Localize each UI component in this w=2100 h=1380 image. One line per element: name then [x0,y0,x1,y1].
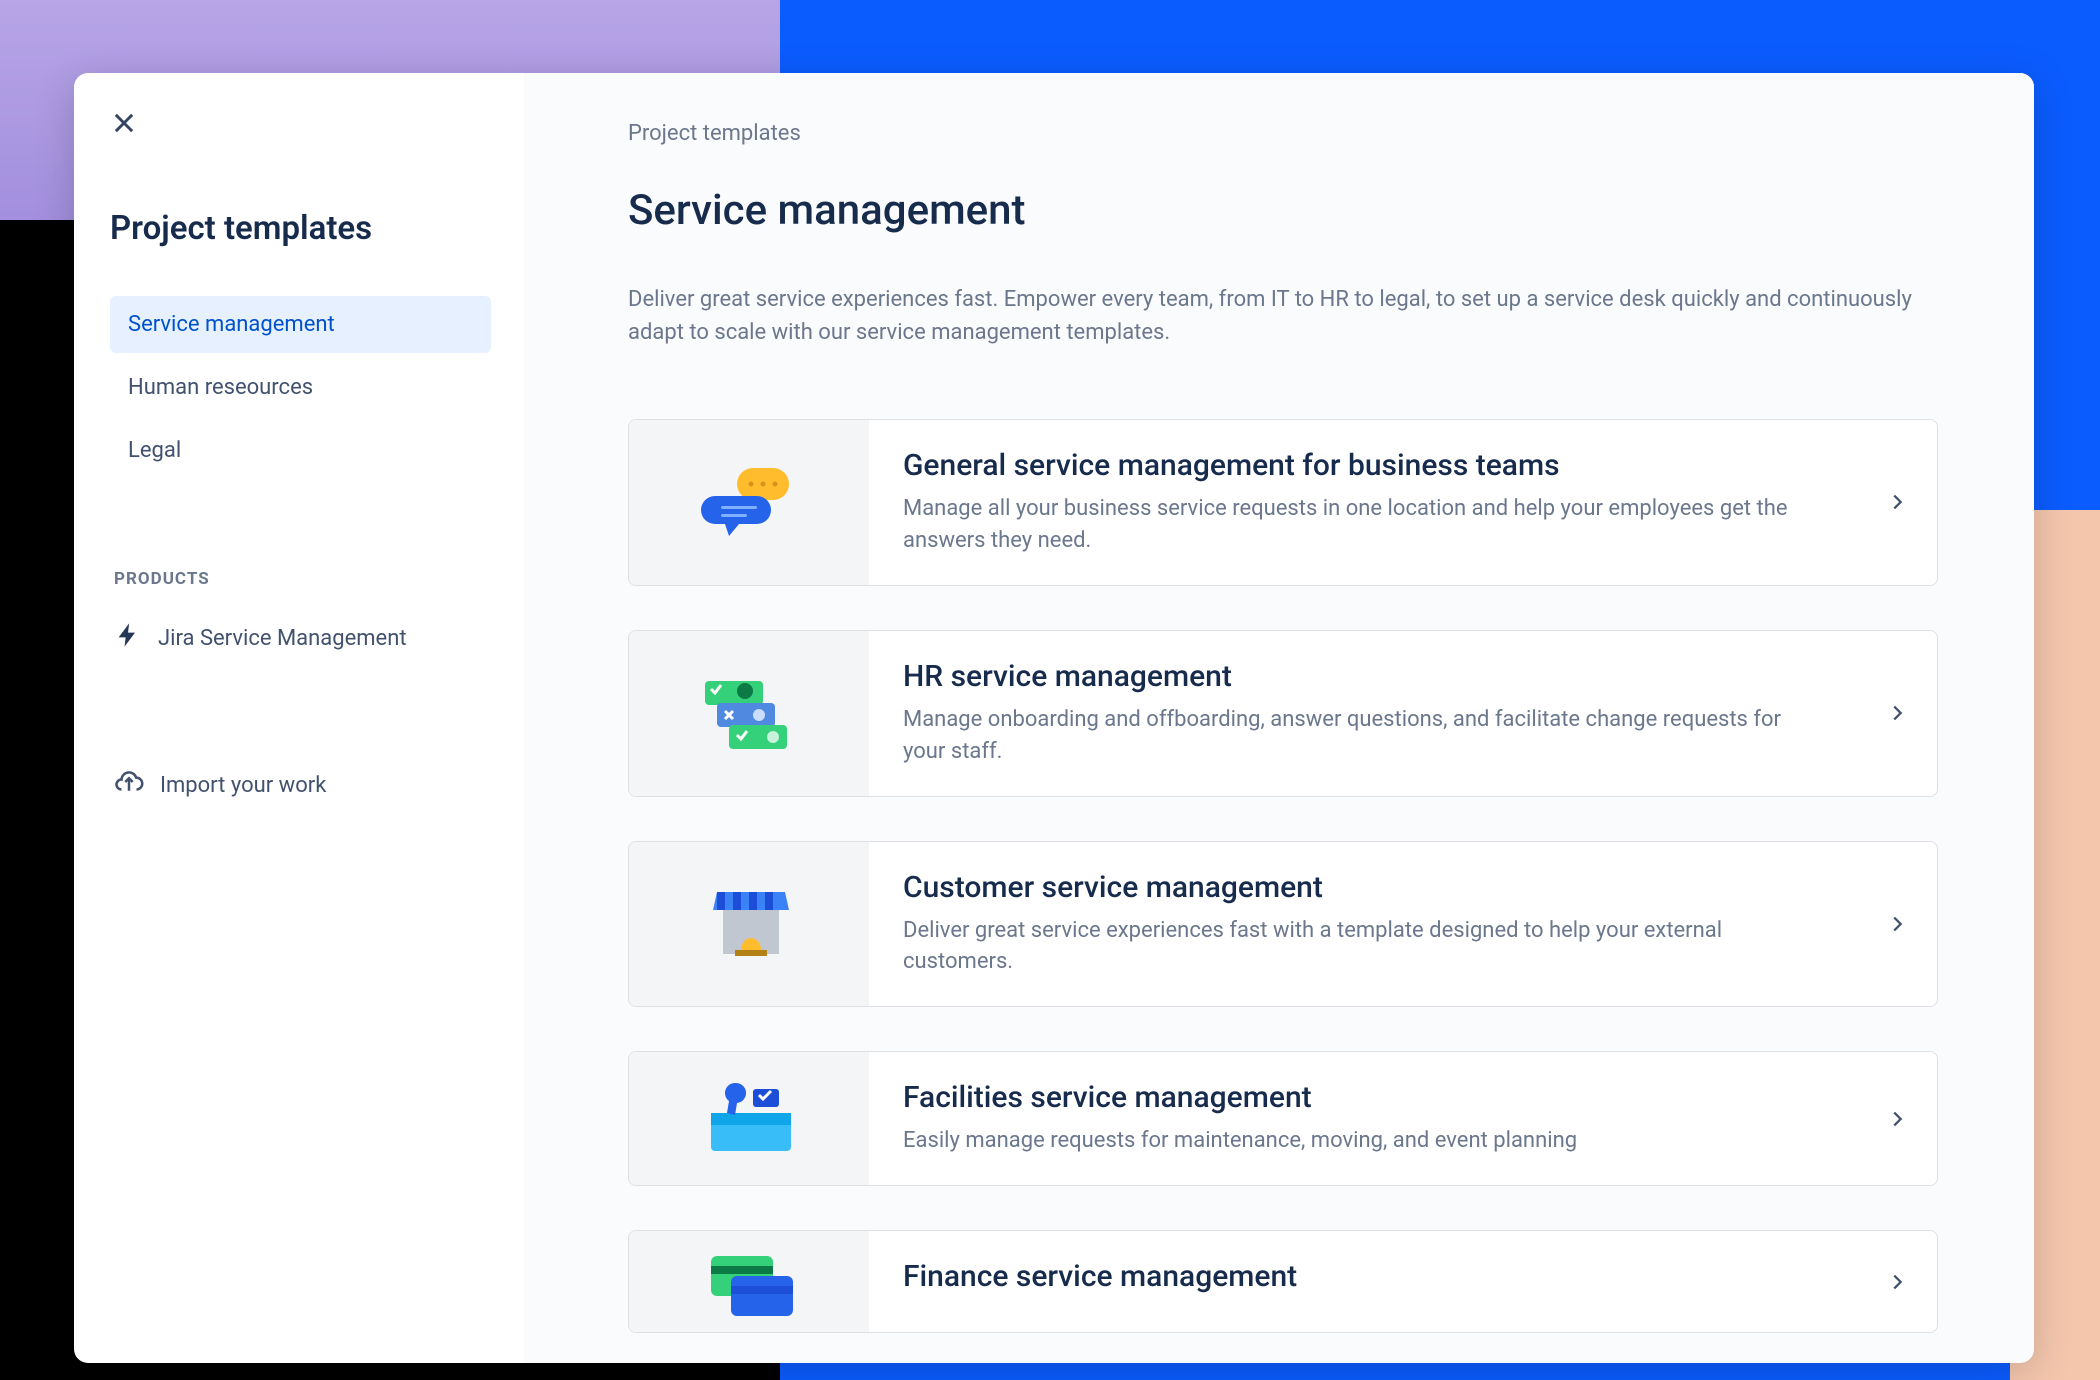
template-card-body: HR service management Manage onboarding … [869,631,1857,796]
chevron-right-icon [1857,631,1937,796]
template-card-description: Manage onboarding and offboarding, answe… [903,704,1823,768]
template-card-hr-service-management[interactable]: HR service management Manage onboarding … [628,630,1938,797]
sidebar-title: Project templates [110,209,491,248]
template-card-description: Deliver great service experiences fast w… [903,915,1823,979]
sidebar-item-label: Legal [128,438,181,463]
storefront-icon [629,842,869,1007]
sidebar-item-label: Service management [128,312,335,337]
sidebar-item-human-resources[interactable]: Human reseources [110,359,491,416]
people-cards-icon [629,631,869,796]
breadcrumb[interactable]: Project templates [628,121,1938,146]
bolt-icon [114,621,142,655]
template-card-title: Customer service management [903,870,1823,905]
product-item-label: Jira Service Management [158,626,407,651]
template-card-body: Facilities service management Easily man… [869,1052,1857,1185]
chevron-right-icon [1857,842,1937,1007]
template-card-customer-service-management[interactable]: Customer service management Deliver grea… [628,841,1938,1008]
template-card-general-service-management[interactable]: General service management for business … [628,419,1938,586]
template-card-facilities-service-management[interactable]: Facilities service management Easily man… [628,1051,1938,1186]
main-content: Project templates Service management Del… [524,73,2034,1363]
sidebar-item-service-management[interactable]: Service management [110,296,491,353]
template-card-description: Easily manage requests for maintenance, … [903,1125,1823,1157]
page-description: Deliver great service experiences fast. … [628,283,1938,349]
template-card-finance-service-management[interactable]: Finance service management [628,1230,1938,1333]
toolbox-icon [629,1052,869,1185]
template-card-title: Finance service management [903,1259,1823,1294]
chat-bubbles-icon [629,420,869,585]
template-card-body: General service management for business … [869,420,1857,585]
chevron-right-icon [1857,420,1937,585]
template-card-title: HR service management [903,659,1823,694]
chevron-right-icon [1857,1231,1937,1332]
import-your-work-button[interactable]: Import your work [110,757,491,813]
sidebar-item-label: Human reseources [128,375,313,400]
template-card-description: Manage all your business service request… [903,493,1823,557]
template-card-title: General service management for business … [903,448,1823,483]
close-icon[interactable] [110,109,138,143]
template-card-body: Customer service management Deliver grea… [869,842,1857,1007]
import-label: Import your work [160,773,326,798]
sidebar-item-legal[interactable]: Legal [110,422,491,479]
template-card-title: Facilities service management [903,1080,1823,1115]
sidebar: Project templates Service management Hum… [74,73,524,1363]
product-item-jira-service-management[interactable]: Jira Service Management [110,611,491,665]
page-title: Service management [628,186,1938,235]
products-section-label: PRODUCTS [114,569,491,589]
chevron-right-icon [1857,1052,1937,1185]
project-templates-window: Project templates Service management Hum… [74,73,2034,1363]
template-card-body: Finance service management [869,1231,1857,1332]
credit-cards-icon [629,1231,869,1332]
cloud-upload-icon [114,767,144,803]
